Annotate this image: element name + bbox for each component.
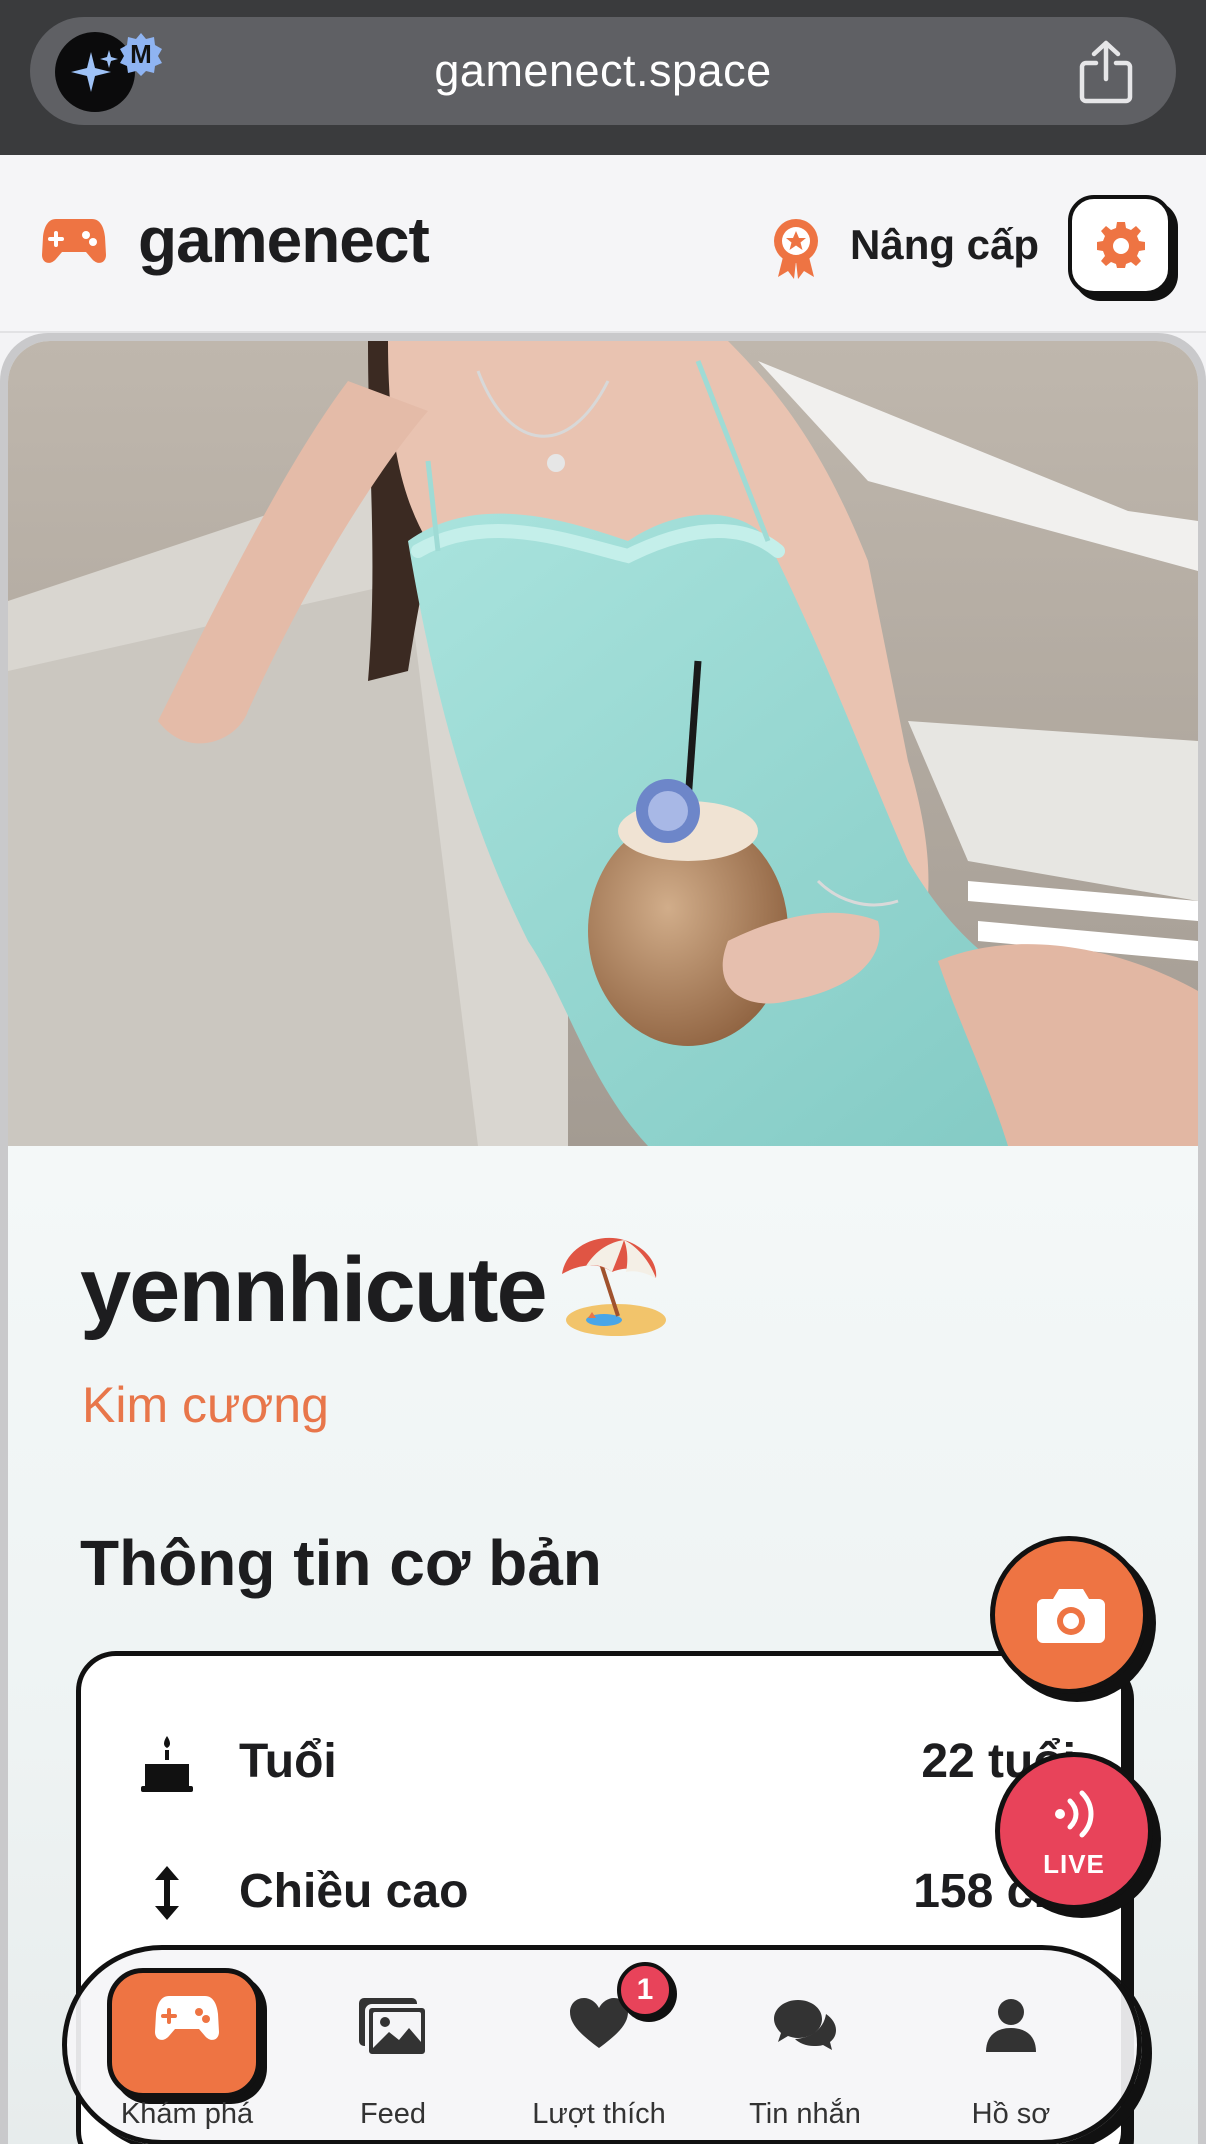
profile-rank: Kim cương — [82, 1377, 329, 1433]
nav-item-explore[interactable]: Khám phá — [87, 1950, 287, 2140]
vertical-arrows-icon — [141, 1864, 193, 1922]
broadcast-icon — [1055, 1790, 1094, 1838]
likes-count-badge: 1 — [617, 1962, 673, 2018]
brand-name[interactable]: gamenect — [138, 203, 430, 277]
chat-bubbles-icon — [774, 2000, 836, 2050]
gear-icon — [1097, 222, 1145, 268]
live-label: LIVE — [1043, 1849, 1105, 1879]
profile-photo[interactable] — [8, 341, 1198, 1146]
gamepad-icon[interactable] — [42, 217, 106, 265]
nav-label-likes: Lượt thích — [532, 2098, 666, 2130]
settings-button[interactable] — [1068, 195, 1172, 295]
nav-label-messages: Tin nhắn — [749, 2098, 861, 2130]
profile-username: yennhicute — [80, 1239, 548, 1341]
info-row-height: Chiều cao 158 cm — [81, 1836, 1121, 1946]
photos-icon — [359, 1998, 427, 2056]
nav-label-explore: Khám phá — [120, 2098, 254, 2130]
info-row-age: Tuổi 22 tuổi — [81, 1706, 1121, 1816]
heart-icon — [570, 1998, 628, 2048]
section-title-basic-info: Thông tin cơ bản — [80, 1527, 602, 1599]
browser-toolbar: M gamenect.space — [0, 0, 1206, 155]
nav-label-profile: Hồ sơ — [971, 2098, 1051, 2130]
nav-item-messages[interactable]: Tin nhắn — [705, 1950, 905, 2140]
award-ribbon-icon[interactable] — [770, 217, 822, 279]
app-header: gamenect Nâng cấp — [0, 155, 1206, 333]
url-text[interactable]: gamenect.space — [30, 17, 1176, 125]
beach-umbrella-emoji — [556, 1228, 668, 1340]
nav-item-feed[interactable]: Feed — [293, 1950, 493, 2140]
info-label-height: Chiều cao — [239, 1865, 469, 1918]
bottom-nav: Khám phá Feed Lượt thích 1 Tin nhắn Hồ s… — [62, 1945, 1142, 2144]
address-bar[interactable]: M gamenect.space — [30, 17, 1176, 125]
share-icon[interactable] — [1076, 39, 1136, 105]
nav-label-feed: Feed — [359, 2098, 427, 2130]
live-button[interactable]: LIVE — [995, 1752, 1153, 1910]
camera-icon — [1037, 1589, 1105, 1643]
camera-button[interactable] — [990, 1536, 1148, 1694]
info-label-age: Tuổi — [239, 1735, 337, 1788]
person-icon — [986, 1999, 1036, 2052]
nav-item-profile[interactable]: Hồ sơ — [911, 1950, 1111, 2140]
birthday-cake-icon — [141, 1734, 193, 1792]
gamepad-icon — [155, 1996, 219, 2040]
upgrade-label[interactable]: Nâng cấp — [850, 221, 1039, 269]
